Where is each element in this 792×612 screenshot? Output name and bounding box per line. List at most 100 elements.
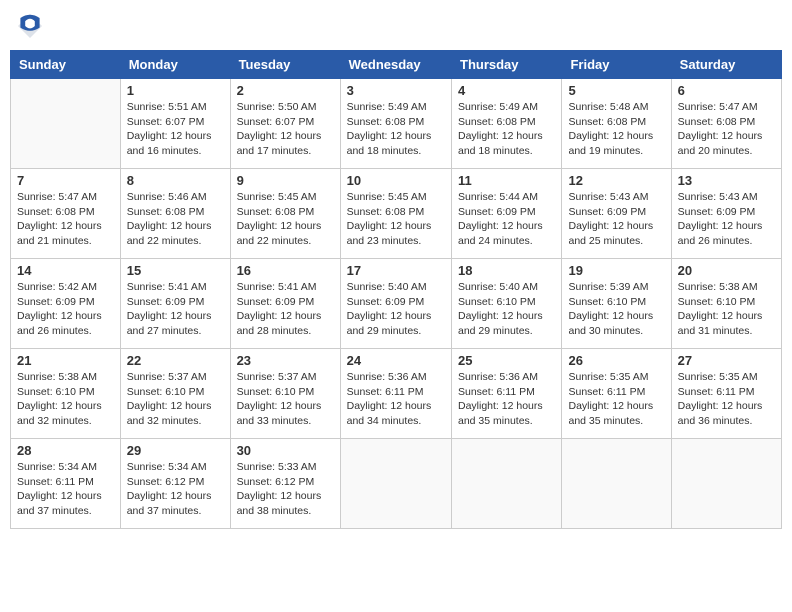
day-cell: 1 Sunrise: 5:51 AMSunset: 6:07 PMDaylight… <box>120 79 230 169</box>
day-info: Sunrise: 5:41 AMSunset: 6:09 PMDaylight:… <box>127 280 224 339</box>
day-number: 25 <box>458 353 555 368</box>
day-cell: 3 Sunrise: 5:49 AMSunset: 6:08 PMDaylight… <box>340 79 451 169</box>
day-info: Sunrise: 5:37 AMSunset: 6:10 PMDaylight:… <box>127 370 224 429</box>
day-info: Sunrise: 5:51 AMSunset: 6:07 PMDaylight:… <box>127 100 224 159</box>
day-info: Sunrise: 5:43 AMSunset: 6:09 PMDaylight:… <box>678 190 775 249</box>
day-info: Sunrise: 5:47 AMSunset: 6:08 PMDaylight:… <box>678 100 775 159</box>
day-number: 5 <box>568 83 664 98</box>
day-number: 7 <box>17 173 114 188</box>
day-cell: 8 Sunrise: 5:46 AMSunset: 6:08 PMDaylight… <box>120 169 230 259</box>
day-number: 22 <box>127 353 224 368</box>
header-sunday: Sunday <box>11 51 121 79</box>
day-number: 9 <box>237 173 334 188</box>
day-number: 2 <box>237 83 334 98</box>
header-monday: Monday <box>120 51 230 79</box>
week-row-2: 7Sunrise: 5:47 AMSunset: 6:08 PMDaylight… <box>11 169 782 259</box>
day-cell: 12 Sunrise: 5:43 AMSunset: 6:09 PMDayligh… <box>562 169 671 259</box>
day-cell: 2 Sunrise: 5:50 AMSunset: 6:07 PMDaylight… <box>230 79 340 169</box>
day-cell: 4 Sunrise: 5:49 AMSunset: 6:08 PMDaylight… <box>452 79 562 169</box>
day-cell: 7Sunrise: 5:47 AMSunset: 6:08 PMDaylight… <box>11 169 121 259</box>
day-info: Sunrise: 5:34 AMSunset: 6:11 PMDaylight:… <box>17 460 114 519</box>
day-info: Sunrise: 5:48 AMSunset: 6:08 PMDaylight:… <box>568 100 664 159</box>
day-cell: 23 Sunrise: 5:37 AMSunset: 6:10 PMDayligh… <box>230 349 340 439</box>
day-info: Sunrise: 5:35 AMSunset: 6:11 PMDaylight:… <box>568 370 664 429</box>
day-number: 1 <box>127 83 224 98</box>
day-info: Sunrise: 5:33 AMSunset: 6:12 PMDaylight:… <box>237 460 334 519</box>
day-number: 8 <box>127 173 224 188</box>
day-cell: 21 Sunrise: 5:38 AMSunset: 6:10 PMDayligh… <box>11 349 121 439</box>
day-cell: 18 Sunrise: 5:40 AMSunset: 6:10 PMDayligh… <box>452 259 562 349</box>
day-cell: 17 Sunrise: 5:40 AMSunset: 6:09 PMDayligh… <box>340 259 451 349</box>
day-cell: 10Sunrise: 5:45 AMSunset: 6:08 PMDayligh… <box>340 169 451 259</box>
day-info: Sunrise: 5:49 AMSunset: 6:08 PMDaylight:… <box>458 100 555 159</box>
day-number: 19 <box>568 263 664 278</box>
header-thursday: Thursday <box>452 51 562 79</box>
day-number: 18 <box>458 263 555 278</box>
day-number: 30 <box>237 443 334 458</box>
day-info: Sunrise: 5:43 AMSunset: 6:09 PMDaylight:… <box>568 190 664 249</box>
day-cell: 25 Sunrise: 5:36 AMSunset: 6:11 PMDayligh… <box>452 349 562 439</box>
day-number: 20 <box>678 263 775 278</box>
day-number: 13 <box>678 173 775 188</box>
day-info: Sunrise: 5:38 AMSunset: 6:10 PMDaylight:… <box>678 280 775 339</box>
day-cell: 5 Sunrise: 5:48 AMSunset: 6:08 PMDaylight… <box>562 79 671 169</box>
header <box>10 10 782 42</box>
week-row-5: 28 Sunrise: 5:34 AMSunset: 6:11 PMDayligh… <box>11 439 782 529</box>
day-number: 24 <box>347 353 445 368</box>
day-cell: 11 Sunrise: 5:44 AMSunset: 6:09 PMDayligh… <box>452 169 562 259</box>
day-info: Sunrise: 5:45 AMSunset: 6:08 PMDaylight:… <box>237 190 334 249</box>
day-cell: 29Sunrise: 5:34 AMSunset: 6:12 PMDayligh… <box>120 439 230 529</box>
header-saturday: Saturday <box>671 51 781 79</box>
header-wednesday: Wednesday <box>340 51 451 79</box>
day-cell <box>562 439 671 529</box>
day-info: Sunrise: 5:40 AMSunset: 6:09 PMDaylight:… <box>347 280 445 339</box>
day-number: 28 <box>17 443 114 458</box>
day-info: Sunrise: 5:35 AMSunset: 6:11 PMDaylight:… <box>678 370 775 429</box>
day-cell: 26 Sunrise: 5:35 AMSunset: 6:11 PMDayligh… <box>562 349 671 439</box>
day-number: 26 <box>568 353 664 368</box>
header-friday: Friday <box>562 51 671 79</box>
day-number: 12 <box>568 173 664 188</box>
day-info: Sunrise: 5:42 AMSunset: 6:09 PMDaylight:… <box>17 280 114 339</box>
day-number: 11 <box>458 173 555 188</box>
day-cell: 28 Sunrise: 5:34 AMSunset: 6:11 PMDayligh… <box>11 439 121 529</box>
day-cell: 22 Sunrise: 5:37 AMSunset: 6:10 PMDayligh… <box>120 349 230 439</box>
day-number: 3 <box>347 83 445 98</box>
day-cell: 14Sunrise: 5:42 AMSunset: 6:09 PMDayligh… <box>11 259 121 349</box>
day-cell <box>11 79 121 169</box>
day-info: Sunrise: 5:36 AMSunset: 6:11 PMDaylight:… <box>347 370 445 429</box>
day-number: 15 <box>127 263 224 278</box>
day-number: 6 <box>678 83 775 98</box>
day-cell <box>340 439 451 529</box>
day-number: 17 <box>347 263 445 278</box>
day-info: Sunrise: 5:41 AMSunset: 6:09 PMDaylight:… <box>237 280 334 339</box>
day-info: Sunrise: 5:37 AMSunset: 6:10 PMDaylight:… <box>237 370 334 429</box>
day-number: 4 <box>458 83 555 98</box>
day-number: 23 <box>237 353 334 368</box>
day-info: Sunrise: 5:46 AMSunset: 6:08 PMDaylight:… <box>127 190 224 249</box>
day-cell: 20 Sunrise: 5:38 AMSunset: 6:10 PMDayligh… <box>671 259 781 349</box>
week-row-4: 21 Sunrise: 5:38 AMSunset: 6:10 PMDayligh… <box>11 349 782 439</box>
day-info: Sunrise: 5:38 AMSunset: 6:10 PMDaylight:… <box>17 370 114 429</box>
day-number: 21 <box>17 353 114 368</box>
day-info: Sunrise: 5:50 AMSunset: 6:07 PMDaylight:… <box>237 100 334 159</box>
logo-icon <box>14 10 46 42</box>
day-info: Sunrise: 5:36 AMSunset: 6:11 PMDaylight:… <box>458 370 555 429</box>
day-cell: 19 Sunrise: 5:39 AMSunset: 6:10 PMDayligh… <box>562 259 671 349</box>
day-cell: 27 Sunrise: 5:35 AMSunset: 6:11 PMDayligh… <box>671 349 781 439</box>
day-info: Sunrise: 5:49 AMSunset: 6:08 PMDaylight:… <box>347 100 445 159</box>
day-cell <box>452 439 562 529</box>
day-cell: 30 Sunrise: 5:33 AMSunset: 6:12 PMDayligh… <box>230 439 340 529</box>
day-cell: 15 Sunrise: 5:41 AMSunset: 6:09 PMDayligh… <box>120 259 230 349</box>
day-info: Sunrise: 5:39 AMSunset: 6:10 PMDaylight:… <box>568 280 664 339</box>
day-cell: 13 Sunrise: 5:43 AMSunset: 6:09 PMDayligh… <box>671 169 781 259</box>
calendar-header-row: SundayMondayTuesdayWednesdayThursdayFrid… <box>11 51 782 79</box>
day-number: 29 <box>127 443 224 458</box>
day-info: Sunrise: 5:40 AMSunset: 6:10 PMDaylight:… <box>458 280 555 339</box>
day-number: 27 <box>678 353 775 368</box>
day-cell: 9 Sunrise: 5:45 AMSunset: 6:08 PMDaylight… <box>230 169 340 259</box>
week-row-3: 14Sunrise: 5:42 AMSunset: 6:09 PMDayligh… <box>11 259 782 349</box>
header-tuesday: Tuesday <box>230 51 340 79</box>
logo <box>14 10 50 42</box>
day-info: Sunrise: 5:44 AMSunset: 6:09 PMDaylight:… <box>458 190 555 249</box>
